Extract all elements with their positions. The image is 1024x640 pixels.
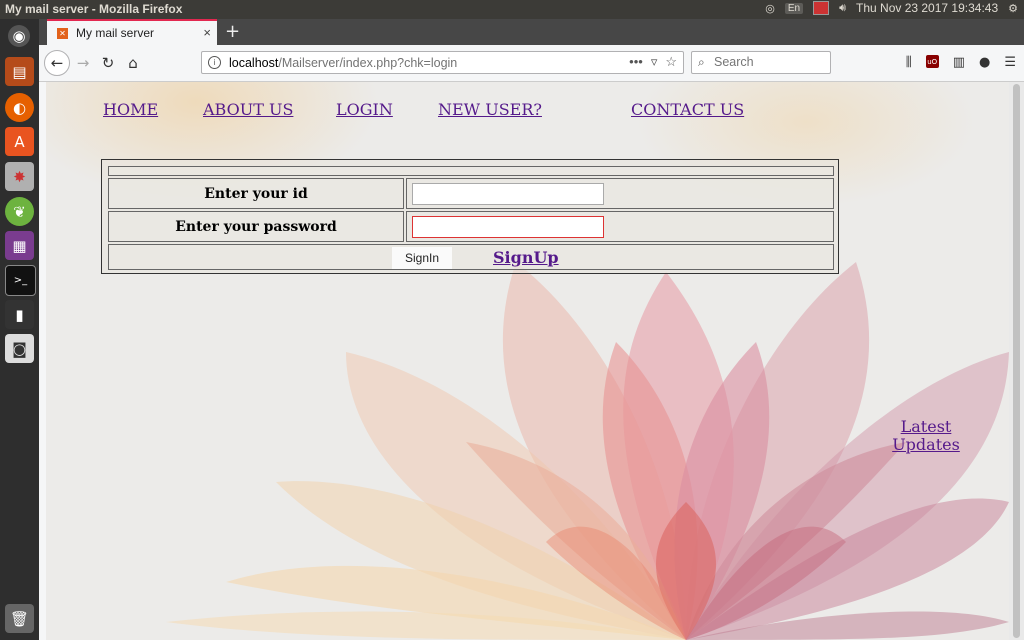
- id-label: Enter your id: [108, 178, 404, 209]
- spring-tool-icon[interactable]: ❦: [5, 197, 34, 226]
- page-viewport: HOME ABOUT US LOGIN NEW USER? CONTACT US…: [46, 82, 1009, 640]
- power-gear-icon[interactable]: ⚙: [1008, 2, 1018, 15]
- latest-updates-line1: Latest: [900, 417, 952, 436]
- bookmark-star-icon[interactable]: ☆: [665, 54, 677, 70]
- network-icon[interactable]: ◎: [765, 2, 775, 15]
- ublock-origin-icon[interactable]: uO: [925, 55, 939, 68]
- nav-home-link[interactable]: HOME: [103, 100, 158, 119]
- forward-icon[interactable]: →: [72, 52, 94, 74]
- library-icon[interactable]: ⫼: [906, 55, 912, 70]
- pocket-icon[interactable]: ▿: [651, 54, 658, 70]
- scrollbar-thumb[interactable]: [1013, 84, 1020, 638]
- nav-about-link[interactable]: ABOUT US: [203, 100, 293, 119]
- phone-device-icon[interactable]: ▮: [5, 300, 34, 329]
- tab-bar: ✕ My mail server × +: [39, 19, 1024, 45]
- menu-icon[interactable]: ☰: [1004, 55, 1016, 70]
- id-input[interactable]: [412, 183, 604, 205]
- sidebar-icon[interactable]: ▥: [953, 55, 965, 70]
- launcher: ◉ ▤ ◐ A ✸ ❦ ▦ >_ ▮ ◙ 🗑︎: [0, 19, 39, 640]
- url-actions: ••• ▿ ☆: [629, 54, 677, 70]
- media-player-icon[interactable]: ▦: [5, 231, 34, 260]
- login-form: Enter your id Enter your password SignIn…: [101, 159, 839, 274]
- system-tray: ◎ En 🔊︎ Thu Nov 23 2017 19:34:43 ⚙: [765, 1, 1018, 15]
- home-icon[interactable]: ⌂: [122, 52, 144, 74]
- page-actions-icon[interactable]: •••: [629, 54, 643, 70]
- firefox-window: ✕ My mail server × + ← → ↻ ⌂ i localhost…: [39, 19, 1024, 640]
- screen-recorder-icon[interactable]: [813, 1, 830, 15]
- settings-tools-icon[interactable]: ✸: [5, 162, 34, 191]
- tab-title: My mail server: [76, 26, 155, 40]
- search-icon: ⌕: [698, 55, 705, 69]
- form-header-row: [108, 166, 834, 176]
- firefox-icon[interactable]: ◐: [5, 93, 34, 122]
- nav-contact-link[interactable]: CONTACT US: [631, 100, 744, 119]
- new-tab-icon[interactable]: +: [225, 21, 240, 42]
- actions-row: SignIn SignUp: [108, 244, 834, 270]
- page-scrollbar[interactable]: [1009, 82, 1024, 640]
- search-bar[interactable]: ⌕: [691, 51, 831, 74]
- navigation-toolbar: ← → ↻ ⌂ i localhost/Mailserver/index.php…: [39, 45, 1024, 82]
- volume-icon[interactable]: 🔊︎: [839, 2, 846, 15]
- password-input[interactable]: [412, 216, 604, 238]
- xampp-favicon-icon: ✕: [57, 27, 68, 39]
- terminal-icon[interactable]: >_: [5, 265, 36, 296]
- nav-login-link[interactable]: LOGIN: [336, 100, 393, 119]
- search-input[interactable]: [714, 55, 824, 69]
- window-title: My mail server - Mozilla Firefox: [5, 2, 183, 16]
- password-label: Enter your password: [108, 211, 404, 242]
- top-panel: My mail server - Mozilla Firefox ◎ En 🔊︎…: [0, 0, 1024, 19]
- tab-my-mail-server[interactable]: ✕ My mail server ×: [47, 19, 217, 45]
- latest-updates-link[interactable]: Latest Updates: [886, 418, 966, 454]
- extension-icon[interactable]: ●: [979, 55, 990, 70]
- signin-button[interactable]: SignIn: [392, 247, 452, 269]
- reload-icon[interactable]: ↻: [97, 52, 119, 74]
- password-cell: [406, 211, 834, 242]
- id-cell: [406, 178, 834, 209]
- nav-new-user-link[interactable]: NEW USER?: [438, 100, 542, 119]
- url-bar[interactable]: i localhost/Mailserver/index.php?chk=log…: [201, 51, 684, 74]
- toolbar-right: ⫼ uO ▥ ● ☰: [906, 55, 1016, 70]
- camera-icon[interactable]: ◙: [5, 334, 34, 363]
- latest-updates-line2: Updates: [892, 435, 960, 454]
- url-text: localhost/Mailserver/index.php?chk=login: [229, 56, 458, 70]
- ubuntu-dash-icon[interactable]: ◉: [8, 25, 30, 47]
- clock[interactable]: Thu Nov 23 2017 19:34:43: [856, 1, 998, 15]
- site-info-icon[interactable]: i: [208, 56, 221, 69]
- signup-link[interactable]: SignUp: [493, 248, 559, 267]
- keyboard-layout-indicator[interactable]: En: [784, 2, 804, 14]
- trash-icon[interactable]: 🗑︎: [5, 604, 34, 633]
- back-icon[interactable]: ←: [44, 50, 70, 76]
- files-icon[interactable]: ▤: [5, 57, 34, 86]
- tab-close-icon[interactable]: ×: [203, 25, 211, 40]
- software-center-icon[interactable]: A: [5, 127, 34, 156]
